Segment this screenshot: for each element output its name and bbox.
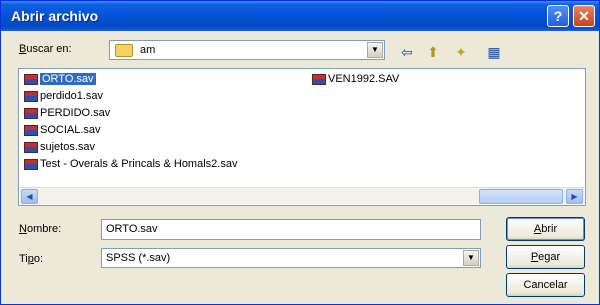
help-button[interactable]: ?: [547, 5, 569, 27]
file-name-input[interactable]: ORTO.sav: [101, 219, 481, 240]
look-in-value: am: [140, 44, 156, 56]
list-item[interactable]: Test - Overals & Princals & Homals2.sav: [24, 157, 237, 172]
scroll-thumb[interactable]: [479, 189, 563, 204]
spss-file-icon: [312, 74, 326, 85]
list-item[interactable]: ORTO.sav: [24, 72, 96, 87]
look-in-label-rest: uscar en:: [26, 43, 72, 55]
list-item[interactable]: SOCIAL.sav: [24, 123, 101, 138]
file-name: SOCIAL.sav: [40, 124, 101, 136]
open-button-rest: brir: [541, 223, 558, 235]
spss-file-icon: [24, 108, 38, 119]
open-file-dialog: Abrir archivo ? ✕ Buscar en: am ▼ ⇦ ⬆ ✦ …: [0, 0, 600, 305]
file-name-label-rest: ombre:: [26, 223, 62, 235]
file-type-label-pre: Ti: [19, 253, 28, 265]
up-folder-icon[interactable]: ⬆: [423, 43, 443, 61]
file-name: ORTO.sav: [40, 73, 96, 85]
dialog-title: Abrir archivo: [11, 8, 99, 24]
spss-file-icon: [24, 125, 38, 136]
file-name-label-key: N: [19, 223, 27, 235]
new-folder-icon[interactable]: ✦: [451, 43, 471, 61]
look-in-combo[interactable]: am ▼: [109, 40, 385, 60]
folder-icon: [115, 44, 133, 57]
file-type-label-rest: o:: [33, 253, 44, 265]
file-name: Test - Overals & Princals & Homals2.sav: [40, 158, 238, 170]
chevron-down-icon[interactable]: ▼: [367, 42, 383, 58]
spss-file-icon: [24, 74, 38, 85]
file-name: perdido1.sav: [40, 90, 103, 102]
chevron-down-icon[interactable]: ▼: [463, 250, 479, 266]
spss-file-icon: [24, 159, 38, 170]
scroll-left-icon[interactable]: ◀: [21, 189, 38, 204]
back-icon[interactable]: ⇦: [397, 43, 417, 61]
file-name: sujetos.sav: [40, 141, 96, 153]
list-item[interactable]: sujetos.sav: [24, 140, 95, 155]
horizontal-scrollbar[interactable]: ◀ ▶: [20, 187, 584, 204]
view-menu-icon[interactable]: ▦: [479, 43, 509, 61]
file-list[interactable]: ORTO.sav perdido1.sav PERDIDO.sav SOCIAL…: [18, 68, 586, 206]
cancel-button[interactable]: Cancelar: [506, 273, 585, 297]
file-type-label: Tipo:: [19, 253, 43, 265]
look-in-label: Buscar en:: [19, 43, 72, 55]
list-item[interactable]: VEN1992.SAV: [312, 72, 399, 87]
file-name-label: Nombre:: [19, 223, 61, 235]
file-name: PERDIDO.sav: [40, 107, 111, 119]
list-item[interactable]: perdido1.sav: [24, 89, 103, 104]
file-type-select[interactable]: SPSS (*.sav) ▼: [101, 248, 481, 268]
paste-button-rest: egar: [538, 251, 561, 263]
scroll-right-icon[interactable]: ▶: [566, 189, 583, 204]
close-button[interactable]: ✕: [573, 5, 595, 27]
file-type-value: SPSS (*.sav): [106, 252, 171, 264]
file-name: VEN1992.SAV: [328, 73, 400, 85]
paste-button[interactable]: Pegar: [506, 245, 585, 269]
list-item[interactable]: PERDIDO.sav: [24, 106, 110, 121]
open-button[interactable]: Abrir: [506, 217, 585, 241]
title-bar[interactable]: Abrir archivo ? ✕: [1, 1, 599, 31]
spss-file-icon: [24, 142, 38, 153]
spss-file-icon: [24, 91, 38, 102]
